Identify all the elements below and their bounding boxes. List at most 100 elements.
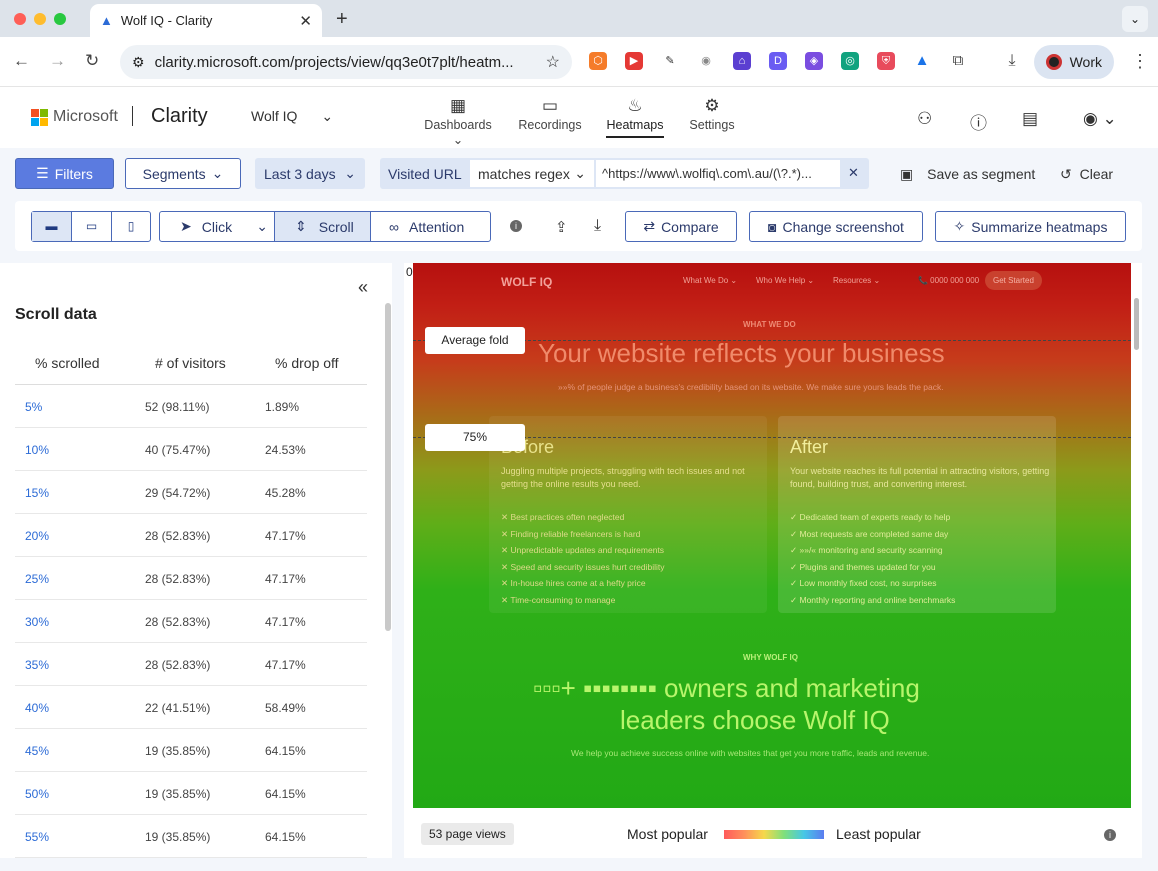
list-item: ✕ Speed and security issues hurt credibi… <box>501 562 665 573</box>
table-row[interactable]: 45% 19 (35.85%) 64.15% <box>15 729 367 772</box>
share-users-icon[interactable]: ⚇ <box>917 109 932 129</box>
back-icon[interactable]: ← <box>13 51 30 71</box>
maximize-window-button[interactable] <box>54 13 66 25</box>
table-row[interactable]: 20% 28 (52.83%) 47.17% <box>15 514 367 557</box>
extensions-puzzle-icon[interactable]: ⧉ <box>949 52 967 70</box>
extension-video-icon[interactable]: ▶ <box>625 52 643 70</box>
compare-button[interactable]: ⇄ Compare <box>625 211 737 242</box>
table-row[interactable]: 40% 22 (41.51%) 58.49% <box>15 686 367 729</box>
extension-cap-icon[interactable]: ⌂ <box>733 52 751 70</box>
filter-lines-icon: ☰ <box>36 165 49 181</box>
address-bar[interactable]: ⚙ clarity.microsoft.com/projects/view/qq… <box>120 45 572 79</box>
change-screenshot-label: Change screenshot <box>782 218 904 235</box>
remove-filter-icon[interactable]: ✕ <box>848 165 859 181</box>
site-info-icon[interactable]: ⚙ <box>132 54 145 71</box>
attention-heatmap-button[interactable]: ∞ Attention <box>371 212 490 241</box>
extension-camera-icon[interactable]: ◉ <box>697 52 715 70</box>
cell-drop-off: 47.17% <box>265 529 306 543</box>
share-icon[interactable]: ⇪ <box>555 218 568 236</box>
nav-recordings[interactable]: ▭ Recordings <box>518 96 582 132</box>
clear-button[interactable]: ↺ Clear <box>1060 166 1113 183</box>
segments-dropdown[interactable]: Segments ⌄ <box>125 158 241 189</box>
scroll-heatmap-button[interactable]: ⇕ Scroll <box>275 212 371 241</box>
change-screenshot-button[interactable]: ◙ Change screenshot <box>749 211 923 242</box>
date-range-dropdown[interactable]: Last 3 days ⌄ <box>255 158 365 189</box>
close-tab-icon[interactable]: ✕ <box>299 12 312 30</box>
desktop-view-button[interactable]: ▬ <box>32 212 72 241</box>
table-row[interactable]: 25% 28 (52.83%) 47.17% <box>15 557 367 600</box>
account-icon[interactable]: ◉ ⌄ <box>1083 109 1117 129</box>
cell-scrolled: 10% <box>25 443 50 457</box>
bookmark-star-icon[interactable]: ☆ <box>546 52 560 72</box>
table-row[interactable]: 35% 28 (52.83%) 47.17% <box>15 643 367 686</box>
why-subline: We help you achieve success online with … <box>571 748 930 758</box>
reload-icon[interactable]: ↻ <box>85 51 99 71</box>
browser-tab[interactable]: ▲ Wolf IQ - Clarity ✕ <box>90 4 322 37</box>
match-type-dropdown[interactable]: matches regex ⌄ <box>470 160 594 187</box>
mobile-view-button[interactable]: ▯ <box>112 212 150 241</box>
extension-shield-icon[interactable]: ⛨ <box>877 52 895 70</box>
list-item: ✕ Time-consuming to manage <box>501 595 615 606</box>
profile-button[interactable]: Work <box>1034 45 1114 79</box>
tablet-view-button[interactable]: ▭ <box>72 212 112 241</box>
save-as-segment-button[interactable]: ▣ Save as segment <box>900 166 1035 183</box>
table-row[interactable]: 30% 28 (52.83%) 47.17% <box>15 600 367 643</box>
legend-info-icon[interactable]: i <box>1104 829 1116 841</box>
extension-pen-icon[interactable]: ✎ <box>661 52 679 70</box>
glasses-icon: ∞ <box>389 218 399 235</box>
nav-dashboards-label: Dashboards <box>424 118 492 132</box>
table-row[interactable]: 55% 19 (35.85%) 64.15% <box>15 815 367 858</box>
extension-drive-icon[interactable]: ▲ <box>913 52 931 70</box>
cell-scrolled: 50% <box>25 787 50 801</box>
chevron-down-icon: ⌄ <box>211 165 224 181</box>
filters-button[interactable]: ☰ Filters <box>15 158 114 189</box>
click-heatmap-button[interactable]: ➤ Click ⌄ <box>160 212 275 241</box>
table-row[interactable]: 15% 29 (54.72%) 45.28% <box>15 471 367 514</box>
list-item: ✕ Unpredictable updates and requirements <box>501 545 664 556</box>
download-icon[interactable]: ⤓ <box>594 217 601 235</box>
cell-visitors: 28 (52.83%) <box>145 529 211 543</box>
minimize-window-button[interactable] <box>34 13 46 25</box>
summarize-heatmaps-button[interactable]: ✧ Summarize heatmaps <box>935 211 1126 242</box>
list-item-text: Low monthly fixed cost, no surprises <box>799 578 937 588</box>
collapse-panel-icon[interactable]: « <box>358 277 368 298</box>
heatmap-footer: 53 page views Most popular Least popular… <box>404 808 1142 858</box>
table-row[interactable]: 5% 52 (98.11%) 1.89% <box>15 385 367 428</box>
project-selector[interactable]: Wolf IQ ⌄ <box>251 108 333 125</box>
help-icon[interactable]: ⓘ <box>970 109 987 134</box>
header-visitors: # of visitors <box>155 355 226 371</box>
browser-menu-icon[interactable]: ⋮ <box>1131 51 1149 72</box>
clarity-favicon-icon: ▲ <box>100 13 113 28</box>
downloads-icon[interactable]: ⤓ <box>1003 52 1021 70</box>
new-tab-button[interactable]: + <box>336 8 348 31</box>
nav-heatmaps[interactable]: ♨ Heatmaps <box>604 96 666 138</box>
extension-gpt-icon[interactable]: ◎ <box>841 52 859 70</box>
close-window-button[interactable] <box>14 13 26 25</box>
document-icon[interactable]: ▤ <box>1022 109 1038 129</box>
segments-label: Segments <box>142 165 206 182</box>
site-phone: 📞 0000 000 000 <box>918 276 980 285</box>
info-icon[interactable]: i <box>510 220 522 232</box>
table-row[interactable]: 50% 19 (35.85%) 64.15% <box>15 772 367 815</box>
regex-input[interactable]: ^https://www\.wolfiq\.com\.au/(\?.*)... <box>596 160 840 187</box>
forward-icon[interactable]: → <box>49 51 66 71</box>
product-name[interactable]: Clarity <box>151 105 208 128</box>
least-popular-label: Least popular <box>836 826 921 842</box>
tab-search-chevron-icon[interactable]: ⌄ <box>1122 6 1148 32</box>
cell-scrolled: 5% <box>25 400 43 414</box>
heatmap-scrollbar[interactable] <box>1134 298 1139 350</box>
extension-hubspot-icon[interactable]: ⬡ <box>589 52 607 70</box>
cell-scrolled: 55% <box>25 830 50 844</box>
sparkle-chat-icon: ✧ <box>953 218 966 234</box>
cell-drop-off: 47.17% <box>265 615 306 629</box>
profile-label: Work <box>1069 54 1102 70</box>
extension-d-icon[interactable]: D <box>769 52 787 70</box>
nav-dashboards[interactable]: ▦ Dashboards ⌄ <box>420 96 496 147</box>
why-headline-line-2: leaders choose Wolf IQ <box>620 705 890 735</box>
extension-chat-icon[interactable]: ◈ <box>805 52 823 70</box>
table-row[interactable]: 10% 40 (75.47%) 24.53% <box>15 428 367 471</box>
nav-settings[interactable]: ⚙ Settings <box>688 96 736 132</box>
microsoft-logo-icon <box>31 109 49 127</box>
panel-scrollbar[interactable] <box>385 303 391 631</box>
hero-subline: »»% of people judge a business's credibi… <box>558 382 944 392</box>
